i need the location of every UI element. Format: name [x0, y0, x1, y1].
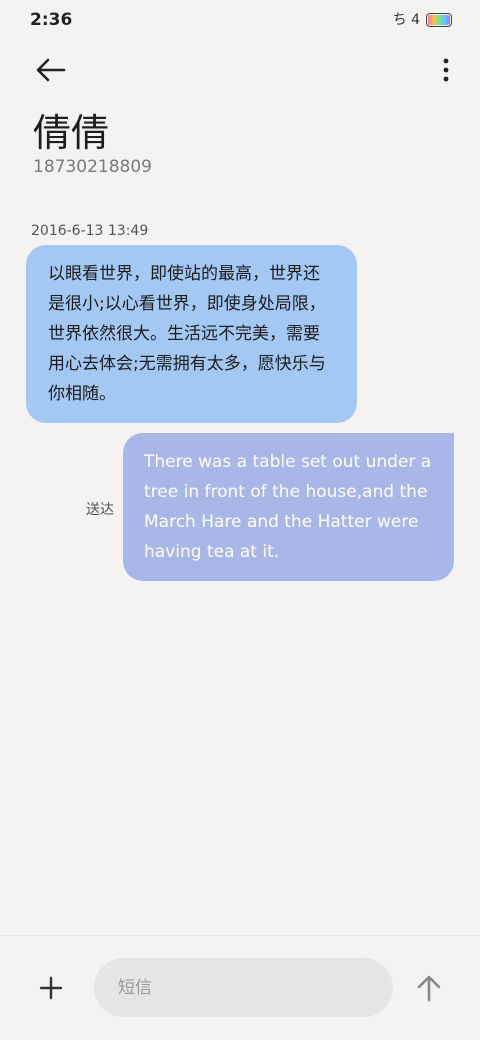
plus-icon [39, 976, 63, 1000]
back-button[interactable] [30, 50, 72, 90]
contact-number: 18730218809 [33, 157, 152, 177]
add-attachment-button[interactable] [30, 967, 72, 1009]
send-button[interactable] [408, 967, 450, 1009]
status-time: 2:36 [30, 10, 73, 30]
received-message-bubble[interactable]: 以眼看世界，即使站的最高，世界还是很小;以心看世界，即使身处局限，世界依然很大。… [26, 245, 357, 423]
arrow-up-icon [417, 975, 441, 1002]
message-input[interactable] [94, 958, 393, 1017]
more-vertical-icon [443, 58, 449, 82]
contact-name: 倩倩 [33, 111, 110, 155]
status-bar: 2:36 ち 4 [0, 0, 480, 40]
status-icons: ち 4 [393, 11, 452, 29]
message-timestamp: 2016-6-13 13:49 [31, 223, 149, 239]
battery-level [428, 15, 450, 25]
sent-message-bubble[interactable]: There was a table set out under a tree i… [123, 433, 454, 581]
delivery-status: 送达 [86, 502, 114, 518]
composer-divider [0, 935, 480, 936]
arrow-left-icon [36, 58, 66, 82]
more-options-button[interactable] [410, 50, 450, 90]
status-indicators: ち 4 [392, 12, 420, 28]
battery-icon [426, 13, 452, 27]
